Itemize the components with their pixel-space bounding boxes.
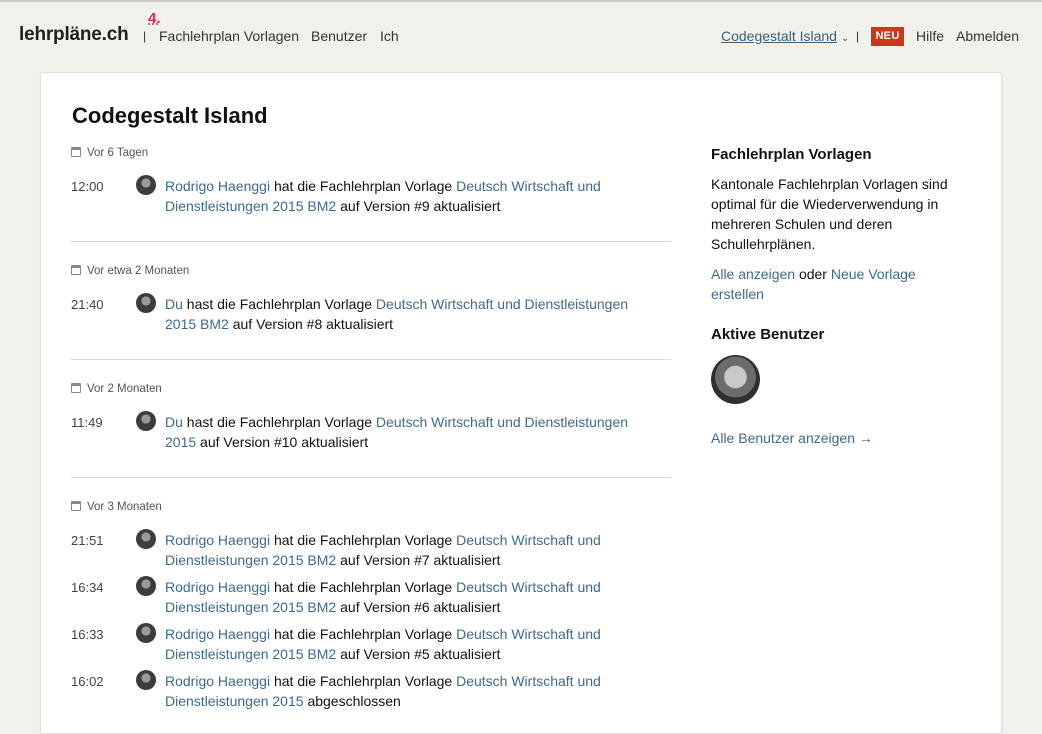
chevron-down-icon: ⌄ — [840, 33, 850, 44]
activity-time: 12:00 — [71, 179, 104, 194]
logout-link[interactable]: Abmelden — [956, 28, 1019, 44]
nav-ich[interactable]: Ich — [380, 28, 399, 44]
activity-group-date: Vor 6 Tagen — [71, 147, 148, 159]
school-switcher[interactable]: Codegestalt Island ⌄ — [721, 28, 849, 44]
activity-group-date: Vor 2 Monaten — [71, 383, 162, 395]
all-users-link[interactable]: Alle Benutzer anzeigen → — [711, 430, 873, 446]
templates-heading: Fachlehrplan Vorlagen — [711, 146, 872, 163]
dashboard-card: Codegestalt Island Vor 6 Tagen 12:00 Rod… — [40, 72, 1002, 734]
calendar-icon — [71, 265, 81, 275]
activity-entry: Rodrigo Haenggi hat die Fachlehrplan Vor… — [165, 673, 601, 709]
nav-fachlehrplan-vorlagen[interactable]: Fachlehrplan Vorlagen — [159, 28, 299, 44]
templates-actions: Alle anzeigen oder Neue Vorlage erstelle… — [711, 266, 916, 302]
user-link[interactable]: Rodrigo Haenggi — [165, 626, 270, 642]
activity-divider — [71, 359, 671, 360]
annotation-marker-4: 4. — [148, 10, 161, 27]
activity-time: 21:51 — [71, 533, 104, 548]
user-avatar — [136, 623, 156, 643]
activity-group-date: Vor 3 Monaten — [71, 501, 162, 513]
show-all-templates-link[interactable]: Alle anzeigen — [711, 266, 795, 282]
nav-separator-right: | — [856, 29, 860, 43]
user-avatar — [136, 576, 156, 596]
school-switcher-label: Codegestalt Island — [721, 28, 837, 44]
activity-divider — [71, 241, 671, 242]
nav-separator: | — [143, 29, 147, 43]
activity-time: 21:40 — [71, 297, 104, 312]
user-link[interactable]: Du — [165, 296, 183, 312]
calendar-icon — [71, 147, 81, 157]
new-badge[interactable]: NEU — [871, 27, 904, 46]
user-avatar — [136, 411, 156, 431]
activity-entry: Rodrigo Haenggi hat die Fachlehrplan Vor… — [165, 178, 601, 214]
activity-divider — [71, 477, 671, 478]
templates-description: Kantonale Fachlehrplan Vorlagen sind opt… — [711, 176, 948, 252]
activity-time: 16:34 — [71, 580, 104, 595]
brand-logo[interactable]: lehrpläne.ch — [19, 24, 129, 46]
activity-time: 16:02 — [71, 674, 104, 689]
activity-entry: Rodrigo Haenggi hat die Fachlehrplan Vor… — [165, 532, 601, 568]
activity-time: 16:33 — [71, 627, 104, 642]
active-users-heading: Aktive Benutzer — [711, 326, 825, 343]
user-avatar — [136, 670, 156, 690]
activity-entry: Du hast die Fachlehrplan Vorlage Deutsch… — [165, 296, 629, 332]
activity-time: 11:49 — [71, 415, 103, 430]
user-avatar — [136, 175, 156, 195]
activity-entry: Rodrigo Haenggi hat die Fachlehrplan Vor… — [165, 626, 601, 662]
calendar-icon — [71, 383, 81, 393]
user-link[interactable]: Rodrigo Haenggi — [165, 673, 270, 689]
activity-entry: Rodrigo Haenggi hat die Fachlehrplan Vor… — [165, 579, 601, 615]
help-link[interactable]: Hilfe — [916, 28, 944, 44]
user-link[interactable]: Rodrigo Haenggi — [165, 532, 270, 548]
calendar-icon — [71, 501, 81, 511]
activity-entry: Du hast die Fachlehrplan Vorlage Deutsch… — [165, 414, 629, 450]
user-avatar — [136, 529, 156, 549]
nav-benutzer[interactable]: Benutzer — [311, 28, 367, 44]
page-title: Codegestalt Island — [72, 103, 268, 128]
user-link[interactable]: Rodrigo Haenggi — [165, 178, 270, 194]
activity-group-date: Vor etwa 2 Monaten — [71, 265, 189, 277]
user-link[interactable]: Rodrigo Haenggi — [165, 579, 270, 595]
user-avatar — [136, 293, 156, 313]
active-user-avatar[interactable] — [711, 355, 760, 404]
user-link[interactable]: Du — [165, 414, 183, 430]
